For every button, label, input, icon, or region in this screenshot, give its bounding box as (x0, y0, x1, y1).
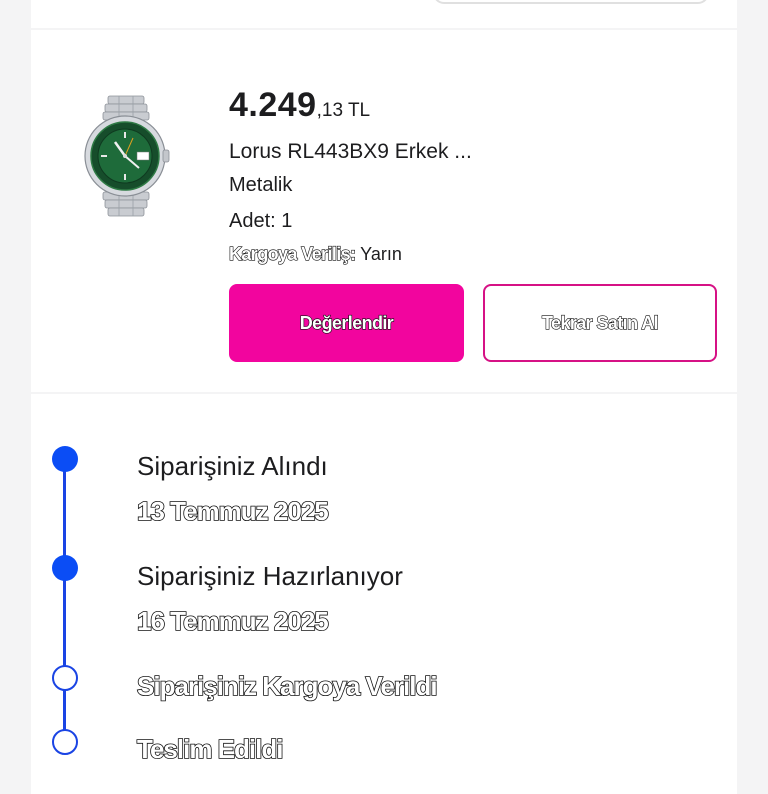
price-decimal: ,13 TL (316, 99, 371, 121)
step-4-title: Teslim Edildi (136, 733, 284, 765)
previous-card-pill[interactable] (433, 0, 709, 4)
step-1-date: 13 Temmuz 2025 (136, 495, 329, 527)
product-color: Metalik (229, 174, 293, 196)
price-main: 4.249 (229, 86, 317, 124)
timeline-dot-empty (52, 729, 78, 755)
previous-card (31, 0, 737, 28)
step-2-title: Siparişiniz Hazırlanıyor (137, 561, 403, 591)
shipping-value: Yarın (355, 244, 402, 264)
timeline-connector (63, 690, 66, 730)
product-price: 4.249,13 TL (229, 86, 370, 125)
timeline-dot-filled (52, 446, 78, 472)
step-3-title: Siparişiniz Kargoya Verildi (136, 670, 438, 702)
product-quantity: Adet: 1 (229, 210, 293, 232)
shipping-info: Kargoya Veriliş: Yarın (228, 243, 402, 265)
timeline-dot-filled (52, 555, 78, 581)
timeline-connector (63, 570, 66, 678)
watch-icon[interactable] (81, 94, 171, 218)
rebuy-button[interactable]: Tekrar Satın Al (483, 284, 717, 362)
shipping-label: Kargoya Veriliş: (228, 243, 356, 264)
step-2-date: 16 Temmuz 2025 (136, 605, 329, 637)
timeline-dot-empty (52, 665, 78, 691)
product-name[interactable]: Lorus RL443BX9 Erkek ... (229, 140, 472, 164)
rate-button[interactable]: Değerlendir (229, 284, 464, 362)
step-1-title: Siparişiniz Alındı (137, 451, 328, 481)
product-card: 4.249,13 TL Lorus RL443BX9 Erkek ... Met… (31, 30, 737, 392)
timeline-connector (63, 462, 66, 570)
